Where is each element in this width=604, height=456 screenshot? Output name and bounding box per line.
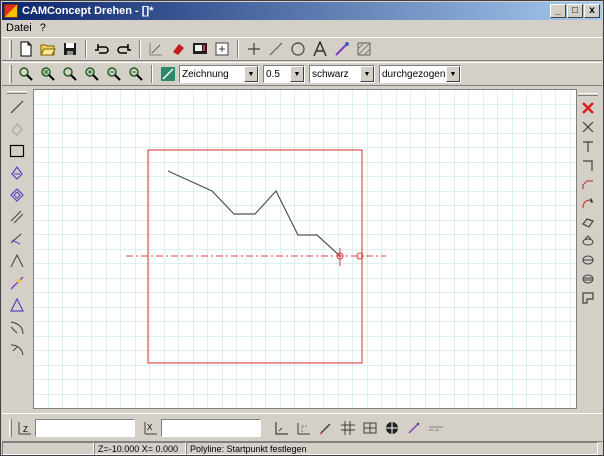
toolbar-separator — [151, 65, 153, 83]
linetype-select[interactable]: durchgezogen ▼ — [379, 65, 461, 83]
fillet-icon[interactable] — [578, 193, 598, 212]
drawing-svg — [34, 90, 576, 408]
close-button[interactable]: x — [584, 4, 600, 18]
undo-icon[interactable] — [91, 39, 113, 59]
status-coordinates: Z=-10.000 X= 0.000 — [94, 442, 186, 455]
application-window: CAMConcept Drehen - []* _ □ x Datei ? Ze… — [0, 0, 604, 456]
svg-text:Z: Z — [23, 425, 28, 434]
delete-icon[interactable] — [578, 98, 598, 117]
scale-icon[interactable] — [578, 250, 598, 269]
redo-icon[interactable] — [113, 39, 135, 59]
open-folder-icon[interactable] — [37, 39, 59, 59]
right-edit-toolbar — [577, 89, 599, 409]
toolbar-separator — [85, 40, 87, 58]
circle-icon[interactable] — [287, 39, 309, 59]
arc-tangent-icon[interactable] — [6, 338, 28, 360]
snap-pen-icon[interactable] — [315, 418, 337, 438]
zoom-previous-icon[interactable] — [59, 64, 81, 84]
grid — [34, 90, 576, 408]
new-file-icon[interactable] — [15, 39, 37, 59]
toolbar-grip[interactable] — [7, 91, 27, 94]
angle-line-icon[interactable] — [6, 228, 28, 250]
drawing-canvas[interactable] — [33, 89, 577, 409]
zoom-out-icon[interactable] — [103, 64, 125, 84]
toolbar-grip[interactable] — [578, 93, 598, 96]
bottom-input-toolbar: Z X — [2, 413, 602, 441]
zoom-minus-icon[interactable] — [125, 64, 147, 84]
point-icon[interactable] — [243, 39, 265, 59]
screen-icon[interactable] — [189, 39, 211, 59]
snap-endpoint-icon[interactable] — [293, 418, 315, 438]
status-bar: Z=-10.000 X= 0.000 Polyline: Startpunkt … — [2, 441, 602, 455]
menu-help[interactable]: ? — [40, 22, 46, 34]
orthogonal-icon[interactable] — [271, 418, 293, 438]
toolbar-grip[interactable] — [9, 40, 12, 58]
menu-bar: Datei ? — [2, 20, 602, 36]
line-icon[interactable] — [6, 96, 28, 118]
toolbar-grip[interactable] — [9, 65, 12, 83]
chevron-down-icon[interactable]: ▼ — [360, 66, 374, 82]
mirror-icon[interactable] — [578, 212, 598, 231]
dimension-icon[interactable] — [331, 39, 353, 59]
zoom-window-icon[interactable] — [211, 39, 233, 59]
bisector-icon[interactable] — [6, 250, 28, 272]
grid-snap-icon[interactable] — [337, 418, 359, 438]
toolbar-grip[interactable] — [9, 418, 12, 437]
minimize-button[interactable]: _ — [550, 4, 566, 18]
view-toolbar: Zeichnung ▼ 0.5 ▼ schwarz ▼ durchgezogen ▼ — [2, 62, 602, 86]
toolbar-separator — [237, 40, 239, 58]
line-icon[interactable] — [265, 39, 287, 59]
break-icon[interactable] — [578, 288, 598, 307]
eraser-icon[interactable] — [167, 39, 189, 59]
color-wheel-icon[interactable] — [381, 418, 403, 438]
grid-toggle-icon[interactable] — [359, 418, 381, 438]
polygon-filled-icon[interactable] — [6, 184, 28, 206]
layer-select[interactable]: Zeichnung ▼ — [179, 65, 259, 83]
trim-icon[interactable] — [578, 117, 598, 136]
polygon-icon[interactable] — [6, 162, 28, 184]
main-toolbar — [2, 37, 602, 61]
zoom-all-icon[interactable] — [37, 64, 59, 84]
arc-icon[interactable] — [6, 316, 28, 338]
rotate-icon[interactable] — [578, 231, 598, 250]
hatch-icon[interactable] — [353, 39, 375, 59]
status-message: Polyline: Startpunkt festlegen — [186, 442, 598, 455]
window-title: CAMConcept Drehen - []* — [22, 5, 154, 17]
triangle-icon[interactable] — [6, 294, 28, 316]
linestyle-icon[interactable] — [425, 418, 447, 438]
chevron-down-icon[interactable]: ▼ — [290, 66, 304, 82]
offset-icon[interactable] — [578, 269, 598, 288]
status-panel-empty — [2, 442, 94, 455]
corner-icon[interactable] — [578, 155, 598, 174]
z-coordinate-input[interactable] — [35, 418, 135, 437]
parallel-line-icon[interactable] — [6, 206, 28, 228]
layer-icon[interactable] — [157, 64, 179, 84]
polyline-icon[interactable] — [6, 118, 28, 140]
save-icon[interactable] — [59, 39, 81, 59]
color-select[interactable]: schwarz ▼ — [309, 65, 375, 83]
menu-datei[interactable]: Datei — [6, 22, 32, 34]
zoom-in-icon[interactable] — [81, 64, 103, 84]
rectangle-icon[interactable] — [6, 140, 28, 162]
line-width-select[interactable]: 0.5 ▼ — [263, 65, 305, 83]
z-axis-icon: Z — [15, 418, 35, 438]
left-draw-toolbar — [4, 89, 30, 409]
x-coordinate-input[interactable] — [161, 418, 261, 437]
maximize-button[interactable]: □ — [567, 4, 583, 18]
svg-text:X: X — [147, 423, 153, 432]
title-bar[interactable]: CAMConcept Drehen - []* _ □ x — [2, 2, 602, 20]
tangent-line-icon[interactable] — [6, 272, 28, 294]
measure-icon[interactable] — [145, 39, 167, 59]
zoom-icon[interactable] — [15, 64, 37, 84]
app-icon[interactable] — [4, 4, 18, 18]
measure-pen-icon[interactable] — [403, 418, 425, 438]
extend-icon[interactable] — [578, 136, 598, 155]
text-icon[interactable] — [309, 39, 331, 59]
chevron-down-icon[interactable]: ▼ — [244, 66, 258, 82]
x-axis-icon: X — [141, 418, 161, 438]
chamfer-icon[interactable] — [578, 174, 598, 193]
toolbar-separator — [139, 40, 141, 58]
chevron-down-icon[interactable]: ▼ — [446, 66, 460, 82]
